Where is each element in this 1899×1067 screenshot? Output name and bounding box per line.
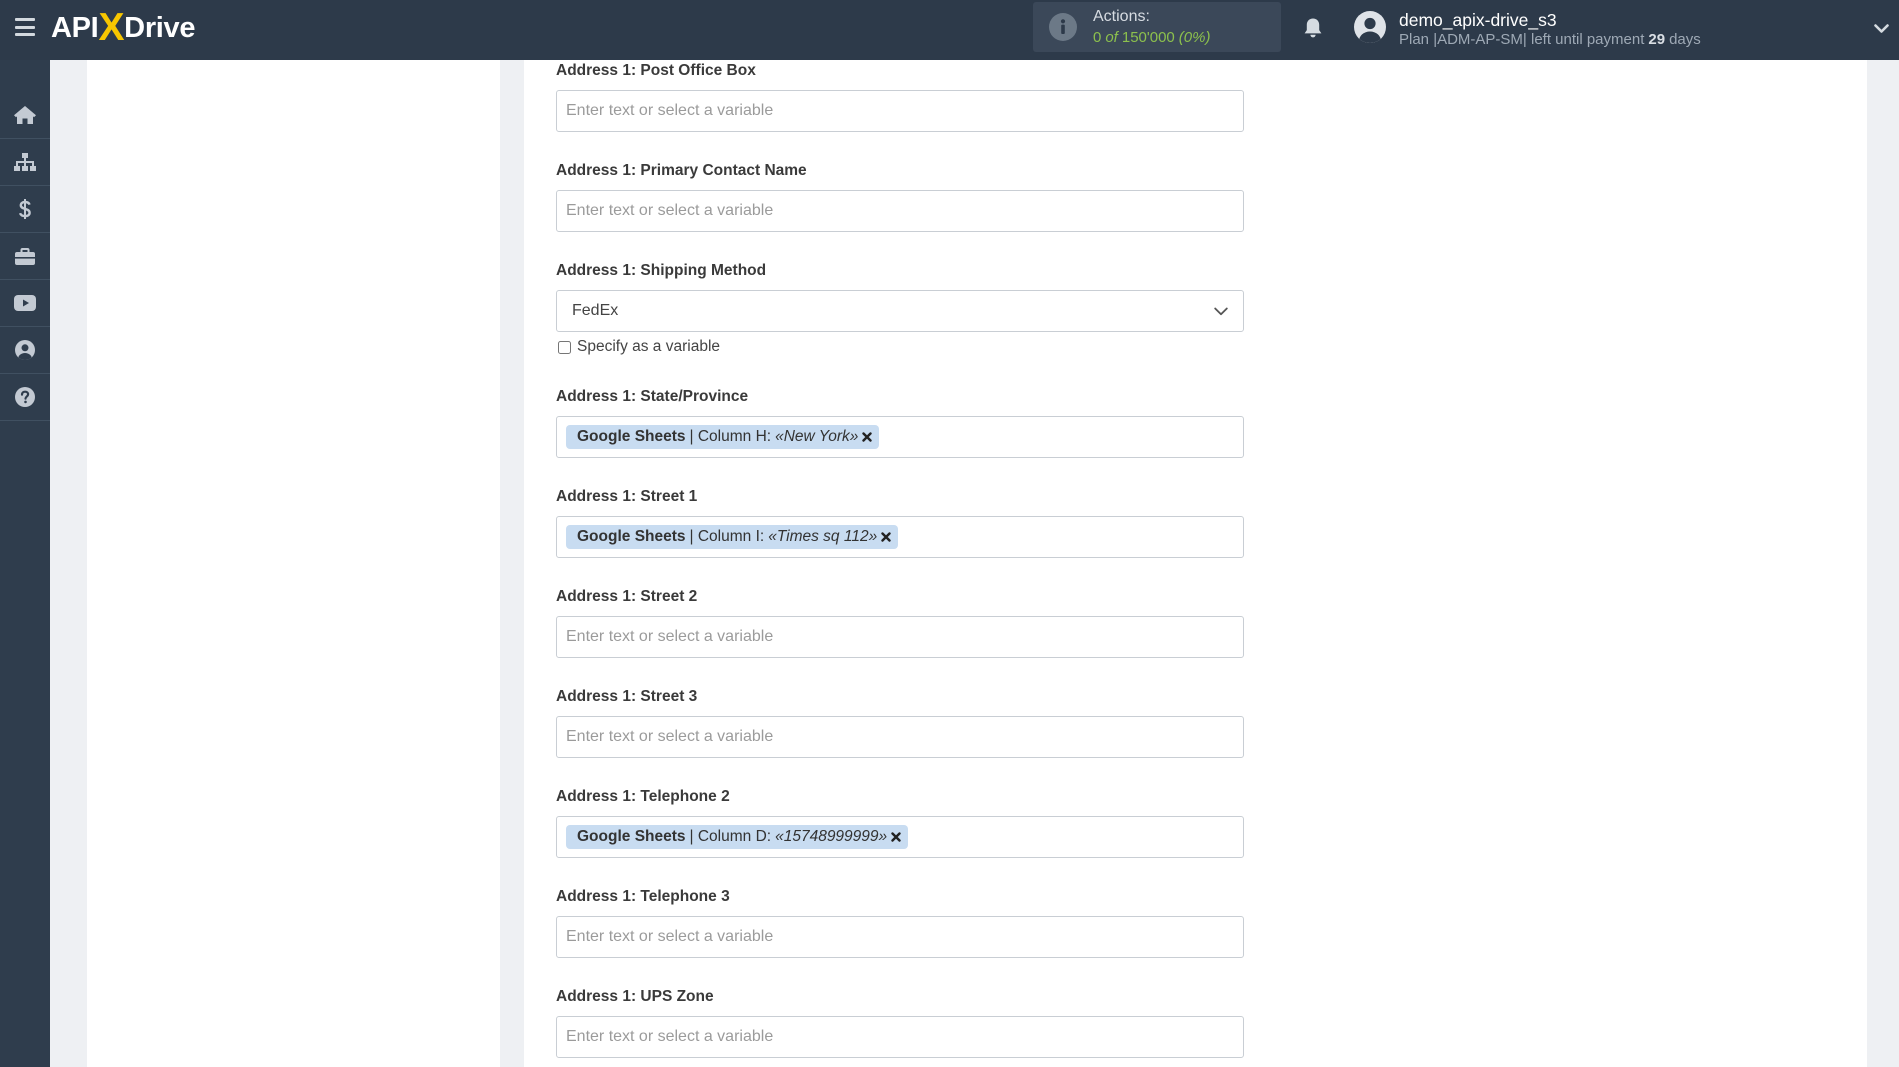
- sitemap-icon: [14, 153, 36, 171]
- actions-percent: (0%): [1178, 29, 1211, 46]
- sidebar-item-connections[interactable]: [0, 139, 50, 186]
- home-icon: [14, 106, 36, 124]
- actions-used: 0: [1093, 29, 1102, 46]
- field-telephone-2: Address 1: Telephone 2 Google Sheets | C…: [556, 787, 1244, 858]
- days-label: days: [1669, 31, 1701, 48]
- tag-column: | Column D:: [689, 828, 772, 845]
- logo-text-x: X: [98, 6, 125, 49]
- question-circle-icon: [15, 387, 35, 407]
- left-panel: [87, 60, 500, 1067]
- info-circle-icon: [1049, 13, 1077, 41]
- field-post-office-box: Address 1: Post Office Box: [556, 61, 1244, 132]
- tag-column: | Column H:: [689, 428, 772, 445]
- actions-label: Actions:: [1093, 8, 1150, 25]
- tag-value: «Times sq 112»: [768, 528, 878, 545]
- field-label: Address 1: Street 3: [556, 688, 698, 705]
- user-name[interactable]: demo_apix-drive_s3: [1399, 10, 1557, 30]
- briefcase-icon: [15, 247, 35, 265]
- tag-column: | Column I:: [689, 528, 765, 545]
- specify-as-variable-checkbox[interactable]: [558, 340, 571, 354]
- logo-text-api: API: [51, 11, 99, 44]
- days-left: 29: [1648, 31, 1666, 48]
- field-label: Address 1: Telephone 2: [556, 788, 730, 805]
- user-circle-icon: [15, 340, 35, 360]
- field-state-province: Address 1: State/Province Google Sheets …: [556, 387, 1244, 458]
- street-1-input[interactable]: Google Sheets | Column I: «Times sq 112»: [556, 516, 1244, 558]
- field-label: Address 1: Shipping Method: [556, 262, 767, 279]
- field-shipping-method: Address 1: Shipping Method FedEx Specify…: [556, 261, 1244, 357]
- actions-limit: 150'000: [1121, 29, 1175, 46]
- user-plan-info: Plan |ADM-AP-SM| left until payment 29 day…: [1399, 31, 1701, 49]
- field-label: Address 1: Post Office Box: [556, 62, 756, 79]
- state-province-input[interactable]: Google Sheets | Column H: «New York»: [556, 416, 1244, 458]
- field-label: Address 1: Primary Contact Name: [556, 162, 807, 179]
- field-street-2: Address 1: Street 2: [556, 587, 1244, 658]
- apix-drive-logo[interactable]: API X Drive: [51, 6, 196, 49]
- plan-text: Plan |ADM-AP-SM| left until payment: [1399, 31, 1645, 48]
- post-office-box-input[interactable]: [556, 90, 1244, 132]
- variable-tag[interactable]: Google Sheets | Column D: «15748999999»: [566, 825, 909, 849]
- actions-usage: 0 of 150'000 (0%): [1093, 29, 1210, 47]
- field-primary-contact-name: Address 1: Primary Contact Name: [556, 161, 1244, 232]
- variable-tag[interactable]: Google Sheets | Column H: «New York»: [566, 425, 880, 449]
- logo-text-drive: Drive: [124, 11, 196, 44]
- remove-tag-icon[interactable]: [862, 432, 873, 442]
- tag-source: Google Sheets: [577, 528, 686, 545]
- telephone-2-input[interactable]: Google Sheets | Column D: «15748999999»: [556, 816, 1244, 858]
- sidebar-item-services[interactable]: [0, 233, 50, 280]
- actions-counter[interactable]: Actions: 0 of 150'000 (0%): [1033, 2, 1281, 52]
- field-street-1: Address 1: Street 1 Google Sheets | Colu…: [556, 487, 1244, 558]
- actions-of: of: [1105, 29, 1118, 46]
- ups-zone-input[interactable]: [556, 1016, 1244, 1058]
- sidebar-item-home[interactable]: [0, 92, 50, 139]
- hamburger-menu-icon[interactable]: [15, 18, 35, 36]
- telephone-3-input[interactable]: [556, 916, 1244, 958]
- sidebar-item-help[interactable]: [0, 374, 50, 421]
- field-label: Address 1: UPS Zone: [556, 988, 714, 1005]
- field-street-3: Address 1: Street 3: [556, 687, 1244, 758]
- sidebar-item-videos[interactable]: [0, 280, 50, 327]
- chevron-down-icon[interactable]: [1874, 24, 1889, 34]
- tag-source: Google Sheets: [577, 428, 686, 445]
- primary-contact-name-input[interactable]: [556, 190, 1244, 232]
- specify-as-variable-label[interactable]: Specify as a variable: [577, 338, 720, 356]
- specify-as-variable-row: Specify as a variable: [556, 337, 1244, 357]
- chevron-down-icon: [1214, 307, 1228, 315]
- field-label: Address 1: Street 1: [556, 488, 698, 505]
- top-bar: API X Drive Actions: 0 of 150'000 (0%) demo…: [0, 0, 1899, 60]
- street-3-input[interactable]: [556, 716, 1244, 758]
- bell-icon[interactable]: [1303, 17, 1323, 39]
- field-mapping-form: Address 1: Post Office Box Address 1: Pr…: [556, 61, 1244, 1058]
- shipping-method-select[interactable]: FedEx: [556, 290, 1244, 332]
- sidebar-item-profile[interactable]: [0, 327, 50, 374]
- shipping-method-value: FedEx: [572, 302, 619, 319]
- sidebar: [0, 60, 50, 1067]
- sidebar-nav: [0, 92, 50, 421]
- tag-source: Google Sheets: [577, 828, 686, 845]
- dollar-icon: [18, 199, 31, 219]
- field-label: Address 1: State/Province: [556, 388, 749, 405]
- street-2-input[interactable]: [556, 616, 1244, 658]
- tag-value: «New York»: [775, 428, 859, 445]
- variable-tag[interactable]: Google Sheets | Column I: «Times sq 112»: [566, 525, 899, 549]
- user-avatar-icon[interactable]: [1354, 11, 1386, 43]
- field-label: Address 1: Street 2: [556, 588, 698, 605]
- field-telephone-3: Address 1: Telephone 3: [556, 887, 1244, 958]
- remove-tag-icon[interactable]: [881, 532, 891, 542]
- field-ups-zone: Address 1: UPS Zone: [556, 987, 1244, 1058]
- sidebar-item-billing[interactable]: [0, 186, 50, 233]
- tag-value: «15748999999»: [775, 828, 888, 845]
- remove-tag-icon[interactable]: [891, 832, 901, 842]
- youtube-icon: [14, 295, 36, 311]
- field-label: Address 1: Telephone 3: [556, 888, 730, 905]
